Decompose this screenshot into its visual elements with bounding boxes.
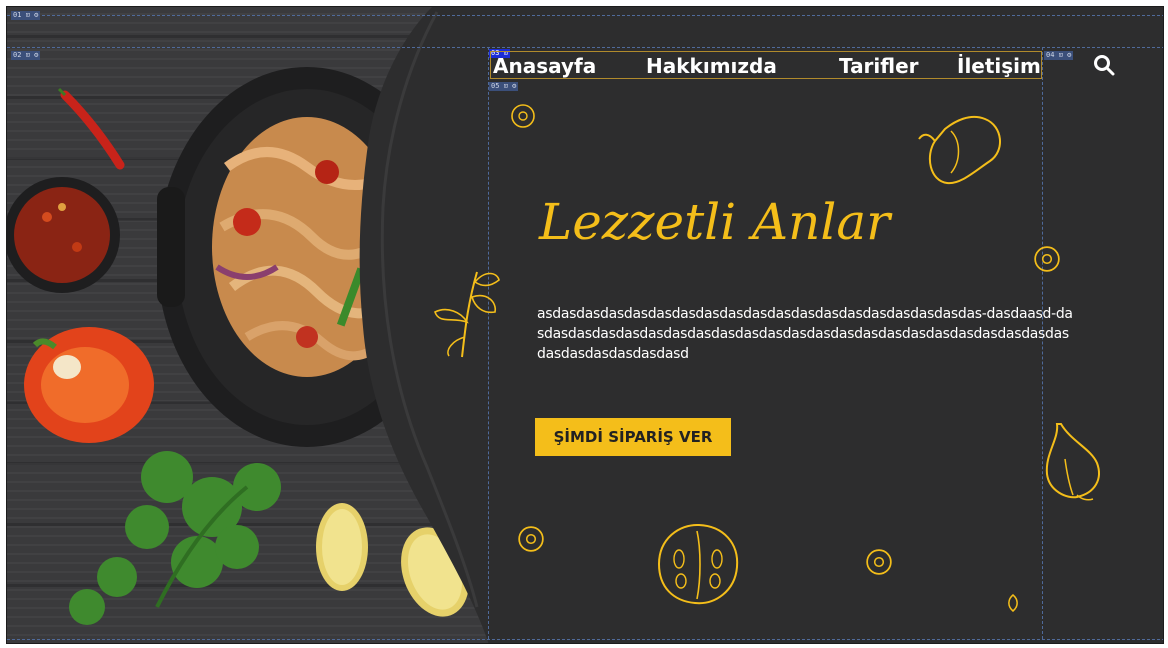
herb-doodle-icon	[434, 271, 500, 358]
nav-link-home[interactable]: Anasayfa	[493, 54, 596, 78]
garlic-doodle-icon	[1045, 423, 1100, 501]
seed-doodle-icon	[1008, 594, 1018, 612]
nav-link-contact[interactable]: İletişim	[957, 54, 1041, 78]
tomato-slice-icon	[518, 526, 544, 552]
main-nav: Anasayfa Hakkımızda Tarifler İletişim	[490, 51, 1042, 79]
search-icon[interactable]	[1093, 54, 1115, 76]
tomato-slice-icon	[1034, 246, 1060, 272]
order-now-button[interactable]: ŞİMDİ SİPARİŞ VER	[535, 418, 731, 456]
hero-title-text: Lezzetli Anlar	[538, 193, 893, 251]
guide-tag: 01 ⊡ ⚙	[11, 11, 41, 20]
guide-line	[7, 47, 1163, 48]
bell-pepper-doodle-icon	[918, 115, 1001, 185]
guide-tag: 05 ⊡ ⚙	[489, 82, 519, 91]
canvas-frame: 01 ⊡ ⚙ 02 ⊡ ⚙ 03 ⊡ 04 ⊡ ⚙ 05 ⊡ ⚙ Anasayf…	[6, 6, 1164, 644]
tomato-slice-icon	[866, 549, 892, 575]
tomato-half-doodle-icon	[657, 523, 739, 605]
nav-link-recipes[interactable]: Tarifler	[839, 54, 919, 78]
tomato-slice-icon	[511, 104, 535, 128]
hero-description: asdasdasdasdasdasdasdasdasdasdasdasdasda…	[537, 306, 1073, 362]
guide-line	[7, 639, 1163, 640]
hero-title: Lezzetli Anlar	[538, 193, 893, 251]
guide-line	[7, 15, 1163, 16]
guide-tag: 02 ⊡ ⚙	[11, 51, 41, 60]
guide-tag: 04 ⊡ ⚙	[1044, 51, 1074, 60]
nav-link-about[interactable]: Hakkımızda	[646, 54, 777, 78]
